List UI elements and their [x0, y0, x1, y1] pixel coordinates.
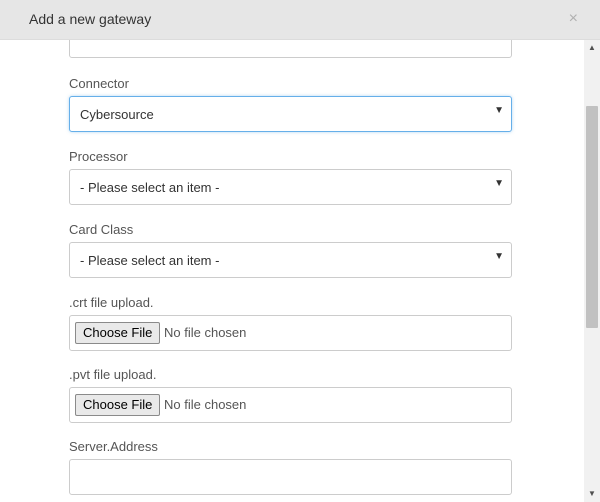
pvt-upload-label: .pvt file upload.	[69, 367, 157, 382]
modal-header: Add a new gateway ×	[0, 0, 600, 40]
chevron-down-icon: ▼	[494, 178, 504, 189]
modal-body: Connector Cybersource ▼ Processor - Plea…	[0, 40, 584, 502]
crt-choose-file-button[interactable]: Choose File	[75, 322, 161, 344]
connector-select[interactable]: Cybersource ▼	[69, 96, 512, 132]
pvt-choose-file-button[interactable]: Choose File	[75, 394, 161, 416]
chevron-down-icon: ▼	[494, 105, 504, 116]
close-button[interactable]: ×	[569, 9, 578, 29]
connector-select-value: Cybersource	[80, 107, 154, 122]
scroll-up-icon[interactable]: ▲	[588, 43, 596, 52]
previous-text-input[interactable]	[69, 40, 512, 58]
connector-label: Connector	[69, 76, 129, 91]
chevron-down-icon: ▼	[494, 251, 504, 262]
crt-file-status: No file chosen	[164, 325, 247, 340]
scrollbar-thumb[interactable]	[586, 106, 598, 328]
processor-select-value: - Please select an item -	[80, 180, 220, 195]
pvt-file-status: No file chosen	[164, 397, 247, 412]
modal-title: Add a new gateway	[29, 11, 152, 27]
crt-file-input: Choose File No file chosen	[69, 315, 512, 351]
pvt-file-input: Choose File No file chosen	[69, 387, 512, 423]
card-class-select[interactable]: - Please select an item - ▼	[69, 242, 512, 278]
crt-upload-label: .crt file upload.	[69, 295, 154, 310]
server-address-label: Server.Address	[69, 439, 158, 454]
server-address-input[interactable]	[69, 459, 512, 495]
card-class-label: Card Class	[69, 222, 134, 237]
card-class-select-value: - Please select an item -	[80, 253, 220, 268]
scroll-down-icon[interactable]: ▼	[588, 489, 596, 498]
processor-label: Processor	[69, 149, 128, 164]
processor-select[interactable]: - Please select an item - ▼	[69, 169, 512, 205]
scrollbar[interactable]: ▲ ▼	[584, 40, 600, 502]
